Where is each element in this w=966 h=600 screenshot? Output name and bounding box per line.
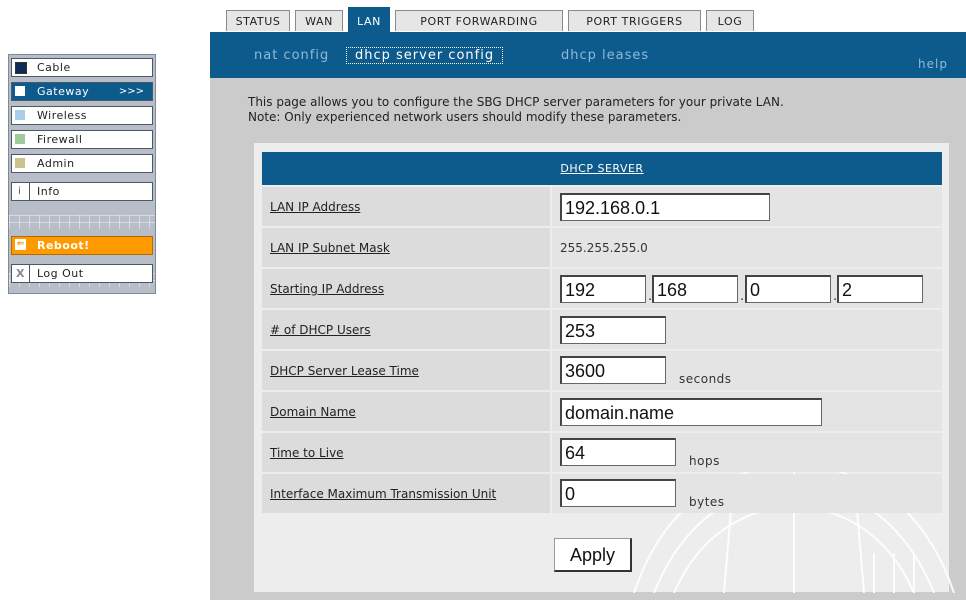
firewall-swatch-icon <box>15 134 25 144</box>
lease-time-input[interactable]: 3600 <box>560 356 666 384</box>
mtu-unit: bytes <box>689 495 725 509</box>
octet-dot: . <box>740 289 745 304</box>
nav-item-label: Cable <box>37 61 71 74</box>
subnet-mask-value: 255.255.255.0 <box>560 241 648 255</box>
intro-line: This page allows you to configure the SB… <box>248 95 784 109</box>
table-row: LAN IP Subnet Mask 255.255.255.0 <box>262 228 942 267</box>
nav-item-firewall[interactable]: Firewall <box>11 130 153 149</box>
nav-item-label: Reboot! <box>37 239 90 252</box>
sub-navigation-bar: nat config dhcp server config dhcp lease… <box>210 32 966 78</box>
table-row: LAN IP Address 192.168.0.1 <box>262 187 942 226</box>
lan-ip-label[interactable]: LAN IP Address <box>270 200 360 214</box>
time-to-live-unit: hops <box>689 454 720 468</box>
starting-ip-octet-3[interactable]: 0 <box>745 275 831 303</box>
table-row: Starting IP Address 192 . 168 . 0 . 2 <box>262 269 942 308</box>
time-to-live-label[interactable]: Time to Live <box>270 446 344 460</box>
nav-item-cable[interactable]: Cable <box>11 58 153 77</box>
subnet-mask-label[interactable]: LAN IP Subnet Mask <box>270 241 390 255</box>
lease-time-label[interactable]: DHCP Server Lease Time <box>270 364 419 378</box>
tab-status[interactable]: STATUS <box>226 10 290 31</box>
tab-port-forwarding[interactable]: PORT FORWARDING <box>395 10 563 31</box>
nav-item-reboot[interactable]: ⇐ Reboot! <box>11 236 153 255</box>
nav-item-label: Log Out <box>37 267 84 280</box>
main-panel: nat config dhcp server config dhcp lease… <box>210 32 966 600</box>
divider <box>29 183 30 200</box>
nav-item-logout[interactable]: X Log Out <box>11 264 153 283</box>
lease-time-unit: seconds <box>679 372 732 386</box>
nav-item-label: Gateway <box>37 85 90 98</box>
gateway-swatch-icon <box>15 86 25 96</box>
time-to-live-input[interactable]: 64 <box>560 438 676 466</box>
subtab-dhcp-server-config[interactable]: dhcp server config <box>346 47 504 64</box>
nav-item-info[interactable]: i Info <box>11 182 153 201</box>
subtab-dhcp-leases[interactable]: dhcp leases <box>561 48 649 63</box>
starting-ip-label[interactable]: Starting IP Address <box>270 282 384 296</box>
dhcp-server-header-link[interactable]: DHCP SERVER <box>262 162 942 175</box>
tab-port-triggers[interactable]: PORT TRIGGERS <box>568 10 701 31</box>
chevron-right-icon: >>> <box>118 86 144 97</box>
wireless-swatch-icon <box>15 110 25 120</box>
table-row: # of DHCP Users 253 <box>262 310 942 349</box>
starting-ip-octet-1[interactable]: 192 <box>560 275 646 303</box>
domain-name-input[interactable]: domain.name <box>560 398 822 426</box>
divider <box>29 265 30 282</box>
apply-button[interactable]: Apply <box>554 538 632 572</box>
info-icon: i <box>18 186 21 197</box>
cable-swatch-icon <box>15 62 27 74</box>
nav-item-wireless[interactable]: Wireless <box>11 106 153 125</box>
lan-ip-input[interactable]: 192.168.0.1 <box>560 193 770 221</box>
tab-log[interactable]: LOG <box>706 10 754 31</box>
intro-text: This page allows you to configure the SB… <box>248 95 784 125</box>
table-row: Domain Name domain.name <box>262 392 942 431</box>
nav-item-label: Wireless <box>37 109 88 122</box>
close-x-icon: X <box>16 267 25 280</box>
dhcp-users-label[interactable]: # of DHCP Users <box>270 323 371 337</box>
reboot-arrow-icon: ⇐ <box>15 239 26 250</box>
nav-item-admin[interactable]: Admin <box>11 154 153 173</box>
starting-ip-octet-4[interactable]: 2 <box>837 275 923 303</box>
dhcp-users-input[interactable]: 253 <box>560 316 666 344</box>
tab-lan[interactable]: LAN <box>348 7 390 32</box>
nav-item-gateway[interactable]: Gateway >>> <box>11 82 153 101</box>
admin-swatch-icon <box>15 158 25 168</box>
dhcp-form-container: DHCP SERVER LAN IP Address 192.168.0.1 L… <box>254 143 955 593</box>
nav-item-label: Admin <box>37 157 75 170</box>
left-navigation: Cable Gateway >>> Wireless Firewall Admi… <box>8 54 156 294</box>
intro-note: Note: Only experienced network users sho… <box>248 110 682 124</box>
help-link[interactable]: help <box>918 57 948 71</box>
nav-item-label: Firewall <box>37 133 83 146</box>
table-row: DHCP Server Lease Time 3600 seconds <box>262 351 942 390</box>
tab-wan[interactable]: WAN <box>295 10 343 31</box>
nav-item-label: Info <box>37 185 60 198</box>
table-header: DHCP SERVER <box>262 152 942 185</box>
starting-ip-octet-2[interactable]: 168 <box>652 275 738 303</box>
table-row: Interface Maximum Transmission Unit 0 by… <box>262 474 942 513</box>
subtab-nat-config[interactable]: nat config <box>254 48 329 63</box>
mtu-label[interactable]: Interface Maximum Transmission Unit <box>270 487 496 501</box>
table-row: Time to Live 64 hops <box>262 433 942 472</box>
domain-name-label[interactable]: Domain Name <box>270 405 356 419</box>
nav-pattern <box>9 215 155 229</box>
mtu-input[interactable]: 0 <box>560 479 676 507</box>
